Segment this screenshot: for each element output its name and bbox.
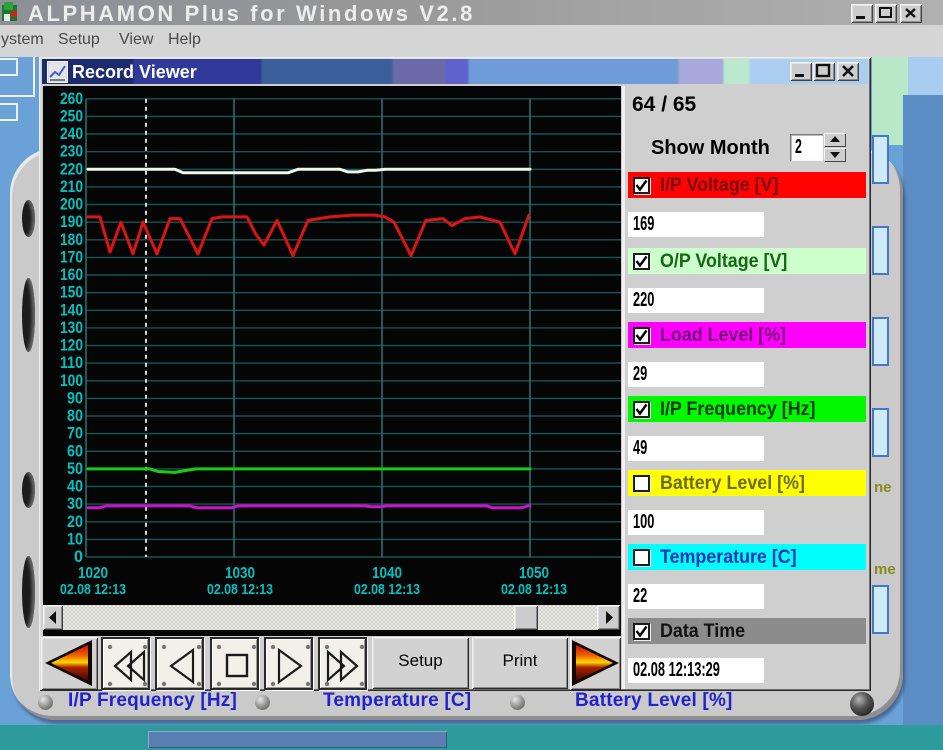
svg-text:20: 20 xyxy=(67,512,83,531)
svg-text:210: 210 xyxy=(60,177,83,196)
svg-text:02.08 12:13: 02.08 12:13 xyxy=(207,581,273,598)
svg-text:1050: 1050 xyxy=(519,565,549,582)
svg-text:90: 90 xyxy=(67,388,83,407)
svg-text:170: 170 xyxy=(60,247,83,266)
svg-text:1030: 1030 xyxy=(225,565,255,582)
svg-text:180: 180 xyxy=(60,230,83,249)
svg-text:02.08 12:13: 02.08 12:13 xyxy=(60,581,126,598)
svg-text:120: 120 xyxy=(60,336,83,355)
svg-text:80: 80 xyxy=(67,406,83,425)
svg-text:220: 220 xyxy=(60,159,83,178)
svg-text:1020: 1020 xyxy=(78,565,108,582)
svg-text:190: 190 xyxy=(60,212,83,231)
svg-text:110: 110 xyxy=(60,353,83,372)
svg-text:200: 200 xyxy=(60,195,83,214)
svg-text:150: 150 xyxy=(60,283,83,302)
svg-text:70: 70 xyxy=(67,424,83,443)
svg-text:160: 160 xyxy=(60,265,83,284)
svg-text:230: 230 xyxy=(60,142,83,161)
svg-text:50: 50 xyxy=(67,459,83,478)
svg-text:260: 260 xyxy=(60,89,83,108)
svg-text:100: 100 xyxy=(60,371,83,390)
svg-text:1040: 1040 xyxy=(372,565,402,582)
svg-text:240: 240 xyxy=(60,124,83,143)
svg-text:130: 130 xyxy=(60,318,83,337)
svg-text:02.08 12:13: 02.08 12:13 xyxy=(501,581,567,598)
svg-text:02.08 12:13: 02.08 12:13 xyxy=(354,581,420,598)
svg-text:0: 0 xyxy=(74,547,83,566)
svg-text:250: 250 xyxy=(60,106,83,125)
svg-text:30: 30 xyxy=(67,494,83,513)
svg-text:140: 140 xyxy=(60,300,83,319)
svg-text:10: 10 xyxy=(67,529,83,548)
svg-text:60: 60 xyxy=(67,441,83,460)
svg-text:40: 40 xyxy=(67,477,83,496)
